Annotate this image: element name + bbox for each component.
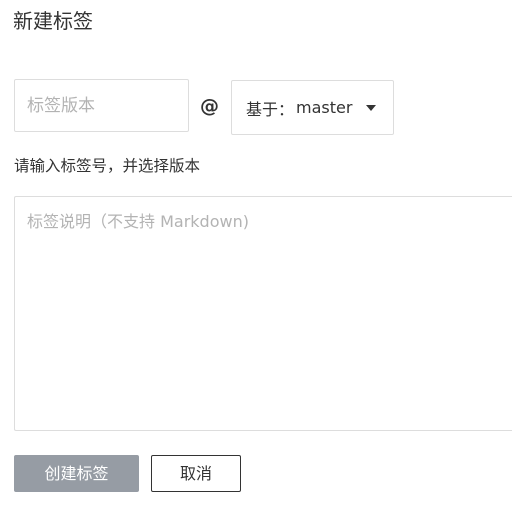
form-hint: 请输入标签号，并选择版本	[14, 157, 201, 175]
at-symbol: @	[200, 95, 219, 117]
page-title: 新建标签	[13, 9, 93, 33]
branch-selected-value: master	[296, 98, 353, 117]
branch-select[interactable]: 基于： master	[231, 80, 394, 135]
tag-version-input[interactable]	[14, 79, 189, 132]
caret-down-icon	[366, 105, 376, 111]
tag-description-textarea[interactable]	[14, 196, 512, 431]
branch-prefix-label: 基于：	[246, 99, 295, 119]
create-tag-button[interactable]: 创建标签	[14, 455, 139, 492]
cancel-button[interactable]: 取消	[151, 455, 241, 492]
